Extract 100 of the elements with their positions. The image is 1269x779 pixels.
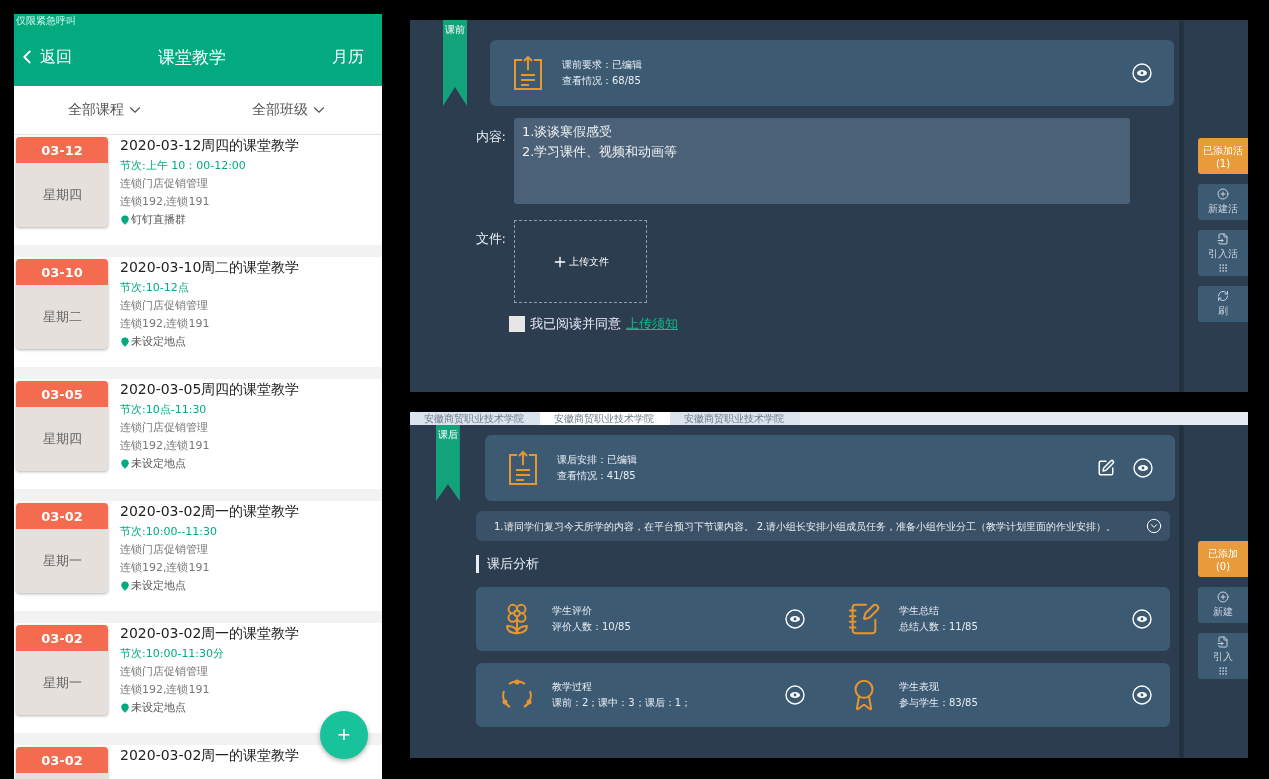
lesson-location: 未设定地点 xyxy=(131,578,186,593)
location-pin-icon xyxy=(120,214,130,225)
agree-text: 我已阅读并同意 xyxy=(530,315,621,333)
lesson-weekday: 星期一 xyxy=(41,552,83,570)
edit-icon[interactable] xyxy=(1097,459,1115,477)
lesson-course: 连锁门店促销管理 xyxy=(120,420,209,435)
analysis-detail: 课前：2；课中：3；课后：1； xyxy=(552,696,693,710)
lesson-date: 03-12 xyxy=(16,137,108,163)
content-label: 内容: xyxy=(474,128,507,146)
file-import-icon xyxy=(1217,233,1229,245)
lesson-card[interactable]: 03-02 2020-03-02周一的课堂教学 xyxy=(14,745,382,779)
expand-icon[interactable] xyxy=(1146,518,1162,534)
lesson-date: 03-02 xyxy=(16,503,108,529)
lesson-title: 2020-03-12周四的课堂教学 xyxy=(120,137,300,155)
plus-circle-icon xyxy=(1217,188,1229,200)
lesson-period: 节次:10-12点 xyxy=(120,280,190,295)
lesson-card[interactable]: 03-02 星期一 2020-03-02周一的课堂教学 节次:10:00--11:30 连锁门店促销管理 连锁192,连锁191 未设定地点 xyxy=(14,501,382,611)
lesson-period: 节次:10点-11:30 xyxy=(120,402,208,417)
lesson-course: 连锁门店促销管理 xyxy=(120,298,209,313)
lesson-card[interactable]: 03-05 星期四 2020-03-05周四的课堂教学 节次:10点-11:30 连锁门店促销管理 连锁192,连锁191 未设定地点 xyxy=(14,379,382,489)
location-pin-icon xyxy=(120,702,130,713)
eye-icon[interactable] xyxy=(785,685,805,705)
file-label: 文件: xyxy=(474,230,507,248)
status-text: 仅限紧急呼叫 xyxy=(16,14,76,28)
lesson-location: 未设定地点 xyxy=(131,334,186,349)
lesson-course: 连锁门店促销管理 xyxy=(120,664,209,679)
summary-text: 课前要求：已编辑 xyxy=(562,58,643,72)
lesson-title: 2020-03-02周一的课堂教学 xyxy=(120,503,300,521)
summary-text: 查看情况：68/85 xyxy=(562,74,642,88)
stage-ribbon: 课前 xyxy=(443,20,467,106)
eye-icon[interactable] xyxy=(1133,458,1153,478)
refresh-icon xyxy=(1217,290,1229,302)
lesson-weekday: 星期一 xyxy=(41,674,83,692)
rail-action-button[interactable]: 刷 xyxy=(1198,286,1248,322)
location-pin-icon xyxy=(120,458,130,469)
eye-icon[interactable] xyxy=(1132,609,1152,629)
browser-tab[interactable]: 安徽商贸职业技术学院 xyxy=(670,412,800,425)
lesson-title: 2020-03-02周一的课堂教学 xyxy=(120,747,300,765)
lesson-date: 03-05 xyxy=(16,381,108,407)
analysis-title: 学生总结 xyxy=(899,604,940,618)
notice-text: 1.请同学们复习今天所学的内容，在平台预习下节课内容。 2.请小组长安排小组成员任务，准备小组作业分工（教学计划里面的作业安排）。 xyxy=(494,519,1117,534)
rail-action-button[interactable]: 新建活 xyxy=(1198,184,1248,220)
lesson-period: 节次:10:00--11:30 xyxy=(120,524,219,539)
lesson-card[interactable]: 03-12 星期四 2020-03-12周四的课堂教学 节次:上午 10：00-12:00 连锁门店促销管理 连锁192,连锁191 钉钉直播群 xyxy=(14,135,382,245)
eye-icon[interactable] xyxy=(785,609,805,629)
analysis-title: 教学过程 xyxy=(552,680,593,694)
lesson-weekday: 星期二 xyxy=(41,308,83,326)
browser-tab[interactable]: 安徽商贸职业技术学院 xyxy=(410,412,540,425)
browser-tab[interactable]: 安徽商贸职业技术学院 xyxy=(540,412,670,425)
analysis-detail: 总结人数：11/85 xyxy=(899,620,979,634)
lesson-course: 连锁门店促销管理 xyxy=(120,176,209,191)
back-button[interactable]: 返回 xyxy=(16,46,72,68)
lesson-location: 钉钉直播群 xyxy=(131,212,186,227)
summary-text: 课后安排：已编辑 xyxy=(556,453,638,467)
clipboard-upload-icon xyxy=(512,55,544,91)
lesson-card[interactable]: 03-10 星期二 2020-03-10周二的课堂教学 节次:10-12点 连锁门店促销管理 连锁192,连锁191 未设定地点 xyxy=(14,257,382,367)
lesson-title: 2020-03-05周四的课堂教学 xyxy=(120,381,300,399)
clipboard-upload-icon xyxy=(506,450,539,486)
upload-terms-link[interactable]: 上传须知 xyxy=(626,315,678,333)
agree-checkbox[interactable] xyxy=(509,316,525,332)
lesson-classes: 连锁192,连锁191 xyxy=(120,682,211,697)
lesson-classes: 连锁192,连锁191 xyxy=(120,560,211,575)
lesson-weekday: 星期四 xyxy=(41,430,83,448)
lesson-title: 2020-03-02周一的课堂教学 xyxy=(120,625,300,643)
lesson-date: 03-02 xyxy=(16,747,108,773)
analysis-title: 学生表现 xyxy=(899,680,940,694)
analysis-detail: 评价人数：10/85 xyxy=(552,620,632,634)
eye-icon[interactable] xyxy=(1132,685,1152,705)
section-title: 课后分析 xyxy=(476,555,539,573)
lesson-location: 未设定地点 xyxy=(131,456,186,471)
analysis-detail: 参与学生：83/85 xyxy=(899,696,979,710)
lesson-period: 节次:上午 10：00-12:00 xyxy=(120,158,247,173)
lesson-period: 节次:10:00-11:30分 xyxy=(120,646,226,661)
lesson-location: 未设定地点 xyxy=(131,700,186,715)
page-title: 课堂教学 xyxy=(158,45,226,69)
lesson-weekday: 星期四 xyxy=(41,186,83,204)
eye-icon[interactable] xyxy=(1132,63,1152,83)
rail-action-button[interactable]: 引入活 xyxy=(1198,230,1248,276)
calendar-button[interactable]: 月历 xyxy=(332,46,364,68)
lesson-classes: 连锁192,连锁191 xyxy=(120,316,211,331)
notebook-icon xyxy=(847,602,881,636)
filter-dropdown[interactable]: 全部课程 xyxy=(62,100,150,120)
upload-button[interactable]: 上传文件 xyxy=(514,220,647,303)
file-import-icon xyxy=(1217,636,1229,648)
filter-dropdown[interactable]: 全部班级 xyxy=(246,100,334,120)
location-pin-icon xyxy=(120,336,130,347)
content-field[interactable]: 1.谈谈寒假感受 2.学习课件、视频和动画等 xyxy=(514,118,1130,204)
analysis-title: 学生评价 xyxy=(552,604,593,618)
lesson-classes: 连锁192,连锁191 xyxy=(120,438,211,453)
location-pin-icon xyxy=(120,580,130,591)
rail-action-button[interactable]: 新建 xyxy=(1198,587,1248,623)
grid-dots-icon xyxy=(1218,666,1228,676)
stage-ribbon: 课后 xyxy=(436,425,460,501)
rail-action-button[interactable]: 引入 xyxy=(1198,633,1248,679)
lesson-date: 03-02 xyxy=(16,625,108,651)
lesson-title: 2020-03-10周二的课堂教学 xyxy=(120,259,300,277)
plus-circle-icon xyxy=(1217,591,1229,603)
summary-text: 查看情况：41/85 xyxy=(556,469,637,483)
lesson-course: 连锁门店促销管理 xyxy=(120,542,209,557)
lesson-classes: 连锁192,连锁191 xyxy=(120,194,211,209)
